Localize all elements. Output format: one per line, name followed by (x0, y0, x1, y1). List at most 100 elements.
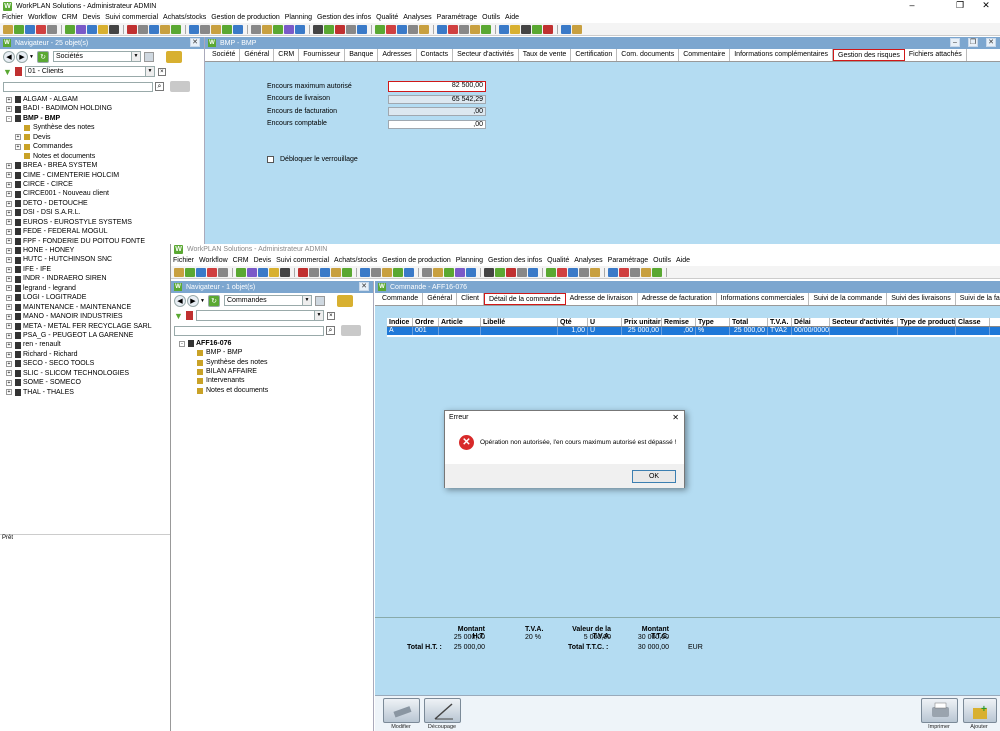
grid-cell[interactable]: 25 000,00 (730, 327, 768, 335)
expand-icon[interactable]: + (6, 276, 12, 283)
grid-column-header[interactable]: Article (439, 318, 481, 326)
grid-cell[interactable]: % (696, 327, 730, 335)
expand-icon[interactable]: + (6, 228, 12, 235)
restore-icon[interactable]: ❐ (968, 38, 978, 47)
tab[interactable]: Adresse de facturation (637, 293, 717, 305)
toolbar-icon[interactable] (499, 24, 509, 34)
field-input[interactable]: ,00 (388, 107, 486, 116)
expand-icon[interactable]: + (6, 294, 12, 301)
toolbar-icon[interactable] (280, 267, 290, 277)
expand-icon[interactable]: + (6, 181, 12, 188)
toolbar-icon[interactable] (419, 24, 429, 34)
history-dropdown-icon[interactable]: ▼ (200, 298, 208, 304)
menu-item[interactable]: Fichier (173, 257, 194, 264)
chevron-down-icon[interactable]: ▼ (302, 296, 311, 305)
menu-item[interactable]: Analyses (574, 257, 602, 264)
toolbar-icon[interactable] (211, 24, 221, 34)
toolbar-icon[interactable] (495, 267, 505, 277)
tree-node[interactable]: - AFF16-076 (179, 339, 373, 348)
expand-icon[interactable]: + (6, 266, 12, 273)
toolbar-icon[interactable] (3, 24, 13, 34)
toolbar-icon[interactable] (295, 24, 305, 34)
expand-icon[interactable]: + (15, 143, 21, 150)
tab[interactable]: Banque (345, 49, 379, 61)
toolbar-icon[interactable] (320, 267, 330, 277)
expand-icon[interactable]: - (6, 115, 12, 122)
filter-clear-icon[interactable]: × (326, 311, 335, 320)
toolbar-icon[interactable] (510, 24, 520, 34)
chevron-down-icon[interactable]: ▼ (313, 311, 323, 320)
grid-column-header[interactable]: Remise (662, 318, 696, 326)
tree-node[interactable]: + CIRCE001 - Nouveau client (6, 189, 204, 198)
tree-node[interactable]: + Devis (6, 133, 204, 142)
tab[interactable]: Gestion des risques (833, 49, 905, 61)
toolbar-icon[interactable] (590, 267, 600, 277)
menu-item[interactable]: Paramétrage (608, 257, 648, 264)
field-input[interactable]: ,00 (388, 119, 486, 129)
refresh-icon[interactable]: ↻ (37, 50, 49, 63)
toolbar-icon[interactable] (247, 267, 257, 277)
expand-icon[interactable]: + (6, 379, 12, 386)
toolbar-icon[interactable] (393, 267, 403, 277)
toolbar-icon[interactable] (251, 24, 261, 34)
chevron-down-icon[interactable]: ▼ (131, 52, 140, 61)
tree-node[interactable]: Synthèse des notes (6, 123, 204, 132)
tree-node[interactable]: Intervenants (179, 377, 373, 386)
menu-item[interactable]: Analyses (403, 14, 431, 21)
tab[interactable]: Com. documents (617, 49, 680, 61)
tab[interactable]: Fichiers attachés (904, 49, 967, 61)
toolbar-icon[interactable] (619, 267, 629, 277)
grid-column-header[interactable]: Ordre (413, 318, 439, 326)
toolbar-icon[interactable] (335, 24, 345, 34)
expand-icon[interactable]: + (6, 219, 12, 226)
toolbar-icon[interactable] (382, 267, 392, 277)
tree-node[interactable]: + ALGAM - ALGAM (6, 95, 204, 104)
toolbar-icon[interactable] (630, 267, 640, 277)
toolbar-icon[interactable] (408, 24, 418, 34)
expand-icon[interactable]: + (6, 257, 12, 264)
menu-item[interactable]: Qualité (547, 257, 569, 264)
toolbar-icon[interactable] (641, 267, 651, 277)
toolbar-icon[interactable] (127, 24, 137, 34)
expand-icon[interactable]: + (6, 389, 12, 396)
tree-node[interactable]: + FEDE - FEDERAL MOGUL (6, 227, 204, 236)
grid-cell[interactable]: A (387, 327, 413, 335)
grid-cell[interactable] (439, 327, 481, 335)
tab[interactable]: Suivi de la commande (809, 293, 888, 305)
menu-item[interactable]: CRM (62, 14, 78, 21)
tree-node[interactable]: BMP - BMP (179, 348, 373, 357)
toolbar-icon[interactable] (422, 267, 432, 277)
grid-column-header[interactable]: U (588, 318, 622, 326)
filter-pin-icon[interactable] (14, 67, 22, 76)
toolbar-icon[interactable] (313, 24, 323, 34)
tree-node[interactable]: Notes et documents (179, 386, 373, 395)
toolbar-icon[interactable] (375, 24, 385, 34)
expand-icon[interactable]: + (6, 304, 12, 311)
expand-icon[interactable]: + (6, 172, 12, 179)
back-icon[interactable]: ◀ (3, 50, 15, 63)
tree-node[interactable]: + BADI - BADIMON HOLDING (6, 104, 204, 113)
tree-node[interactable]: + CIME - CIMENTERIE HOLCIM (6, 171, 204, 180)
toolbar-icon[interactable] (236, 267, 246, 277)
menu-item[interactable]: Gestion des infos (488, 257, 542, 264)
ok-button[interactable]: OK (632, 470, 676, 483)
close-icon[interactable]: ✕ (986, 38, 996, 47)
expand-icon[interactable]: + (6, 313, 12, 320)
menu-item[interactable]: Paramétrage (437, 14, 477, 21)
tree-node[interactable]: Synthèse des notes (179, 358, 373, 367)
tab[interactable]: Contacts (416, 49, 454, 61)
expand-icon[interactable]: + (6, 96, 12, 103)
navigator-close-button[interactable]: ✕ (190, 38, 200, 47)
toolbar-icon[interactable] (466, 267, 476, 277)
expand-icon[interactable]: + (15, 134, 21, 141)
menu-item[interactable]: Gestion de production (211, 14, 280, 21)
expand-icon[interactable]: + (6, 238, 12, 245)
grid-column-header[interactable]: Secteur d'activités (830, 318, 898, 326)
toolbar-icon[interactable] (98, 24, 108, 34)
search-icon[interactable]: ⌕ (155, 82, 164, 91)
menu-item[interactable]: Fichier (2, 14, 23, 21)
grid-cell[interactable] (956, 327, 990, 335)
toolbar-icon[interactable] (171, 24, 181, 34)
grid-column-header[interactable]: Délai (792, 318, 830, 326)
toolbar-icon[interactable] (36, 24, 46, 34)
